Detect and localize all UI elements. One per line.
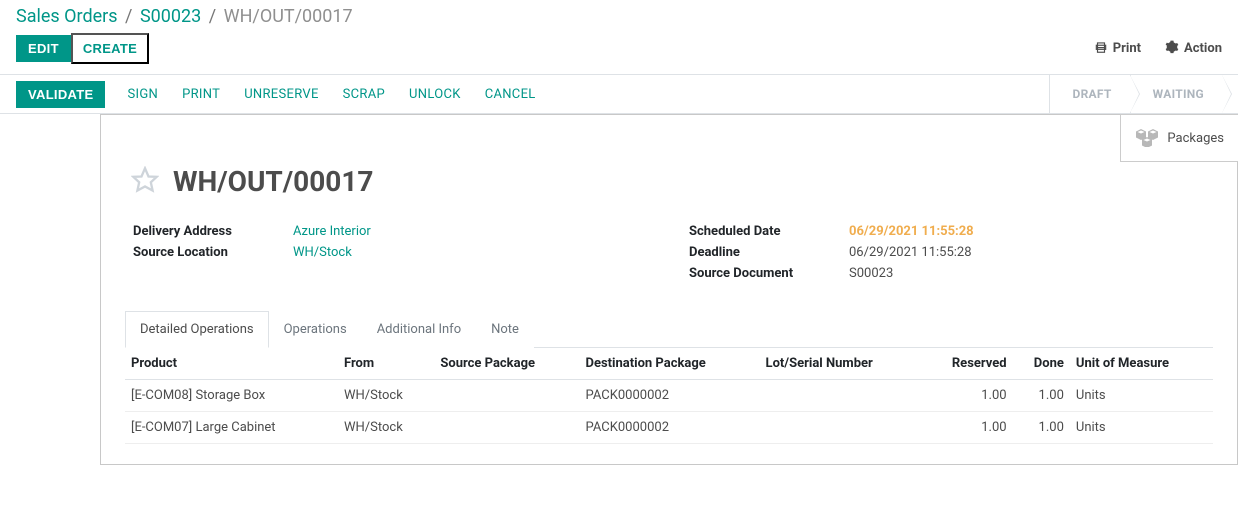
operations-table: Product From Source Package Destination … (125, 348, 1213, 444)
tab-detailed-operations[interactable]: Detailed Operations (125, 311, 269, 348)
source-location-link[interactable]: WH/Stock (293, 245, 352, 260)
cell-src-pkg (434, 380, 579, 412)
status-stages: DRAFT WAITING (1049, 75, 1222, 113)
table-row[interactable]: [E-COM07] Large Cabinet WH/Stock PACK000… (125, 412, 1213, 444)
tab-operations[interactable]: Operations (269, 311, 362, 348)
cell-uom: Units (1070, 412, 1213, 444)
breadcrumb-separator: / (125, 6, 132, 27)
deadline-value: 06/29/2021 11:55:28 (849, 245, 972, 260)
action-label: Action (1184, 41, 1222, 56)
table-row[interactable]: [E-COM08] Storage Box WH/Stock PACK00000… (125, 380, 1213, 412)
topbar: EDIT CREATE Print Action (0, 29, 1238, 74)
cell-reserved: 1.00 (922, 380, 1013, 412)
breadcrumb-current: WH/OUT/00017 (224, 6, 353, 27)
cell-reserved: 1.00 (922, 412, 1013, 444)
cell-done: 1.00 (1013, 380, 1070, 412)
source-document-value: S00023 (849, 266, 893, 281)
packages-icon (1135, 125, 1159, 151)
cell-src-pkg (434, 412, 579, 444)
tab-note[interactable]: Note (476, 311, 534, 348)
record-title: WH/OUT/00017 (173, 165, 373, 198)
statusbar: VALIDATE SIGN PRINT UNRESERVE SCRAP UNLO… (0, 74, 1238, 114)
label-deadline: Deadline (689, 245, 849, 260)
form-sheet: Packages WH/OUT/00017 Delivery Address A… (100, 114, 1238, 465)
cell-from: WH/Stock (338, 380, 434, 412)
col-done[interactable]: Done (1013, 348, 1070, 380)
col-source-package[interactable]: Source Package (434, 348, 579, 380)
col-destination-package[interactable]: Destination Package (580, 348, 760, 380)
print-icon (1094, 40, 1108, 58)
create-button[interactable]: CREATE (71, 33, 149, 64)
label-source-location: Source Location (133, 245, 293, 260)
print-label: Print (1113, 41, 1141, 56)
breadcrumb-link-order[interactable]: S00023 (140, 6, 201, 27)
star-toggle[interactable] (131, 166, 159, 198)
label-delivery-address: Delivery Address (133, 224, 293, 239)
tab-additional-info[interactable]: Additional Info (362, 311, 476, 348)
cell-product: [E-COM08] Storage Box (125, 380, 338, 412)
action-link[interactable]: Action (1165, 40, 1222, 58)
cell-dst-pkg: PACK0000002 (580, 380, 760, 412)
scrap-button[interactable]: SCRAP (331, 81, 397, 108)
col-reserved[interactable]: Reserved (922, 348, 1013, 380)
packages-label: Packages (1167, 131, 1224, 146)
unlock-button[interactable]: UNLOCK (397, 81, 473, 108)
col-uom[interactable]: Unit of Measure (1070, 348, 1213, 380)
cell-from: WH/Stock (338, 412, 434, 444)
cell-lot (760, 380, 922, 412)
cell-uom: Units (1070, 380, 1213, 412)
stage-draft[interactable]: DRAFT (1049, 75, 1129, 113)
sign-button[interactable]: SIGN (115, 81, 170, 108)
breadcrumb-link-sales-orders[interactable]: Sales Orders (16, 6, 118, 27)
cell-product: [E-COM07] Large Cabinet (125, 412, 338, 444)
breadcrumb-separator: / (209, 6, 216, 27)
col-lot-serial[interactable]: Lot/Serial Number (760, 348, 922, 380)
breadcrumb: Sales Orders / S00023 / WH/OUT/00017 (0, 0, 1238, 29)
cancel-button[interactable]: CANCEL (473, 81, 548, 108)
validate-button[interactable]: VALIDATE (16, 81, 105, 108)
label-source-document: Source Document (689, 266, 849, 281)
col-from[interactable]: From (338, 348, 434, 380)
label-scheduled-date: Scheduled Date (689, 224, 849, 239)
cell-lot (760, 412, 922, 444)
print-link[interactable]: Print (1094, 40, 1141, 58)
cell-dst-pkg: PACK0000002 (580, 412, 760, 444)
packages-button[interactable]: Packages (1120, 114, 1238, 162)
tabs: Detailed Operations Operations Additiona… (125, 311, 1213, 348)
gear-icon (1165, 40, 1179, 58)
scheduled-date-value: 06/29/2021 11:55:28 (849, 224, 974, 239)
col-product[interactable]: Product (125, 348, 338, 380)
delivery-address-link[interactable]: Azure Interior (293, 224, 371, 239)
edit-button[interactable]: EDIT (16, 35, 71, 62)
unreserve-button[interactable]: UNRESERVE (232, 81, 330, 108)
cell-done: 1.00 (1013, 412, 1070, 444)
stage-waiting[interactable]: WAITING (1130, 75, 1222, 113)
print-button[interactable]: PRINT (170, 81, 232, 108)
